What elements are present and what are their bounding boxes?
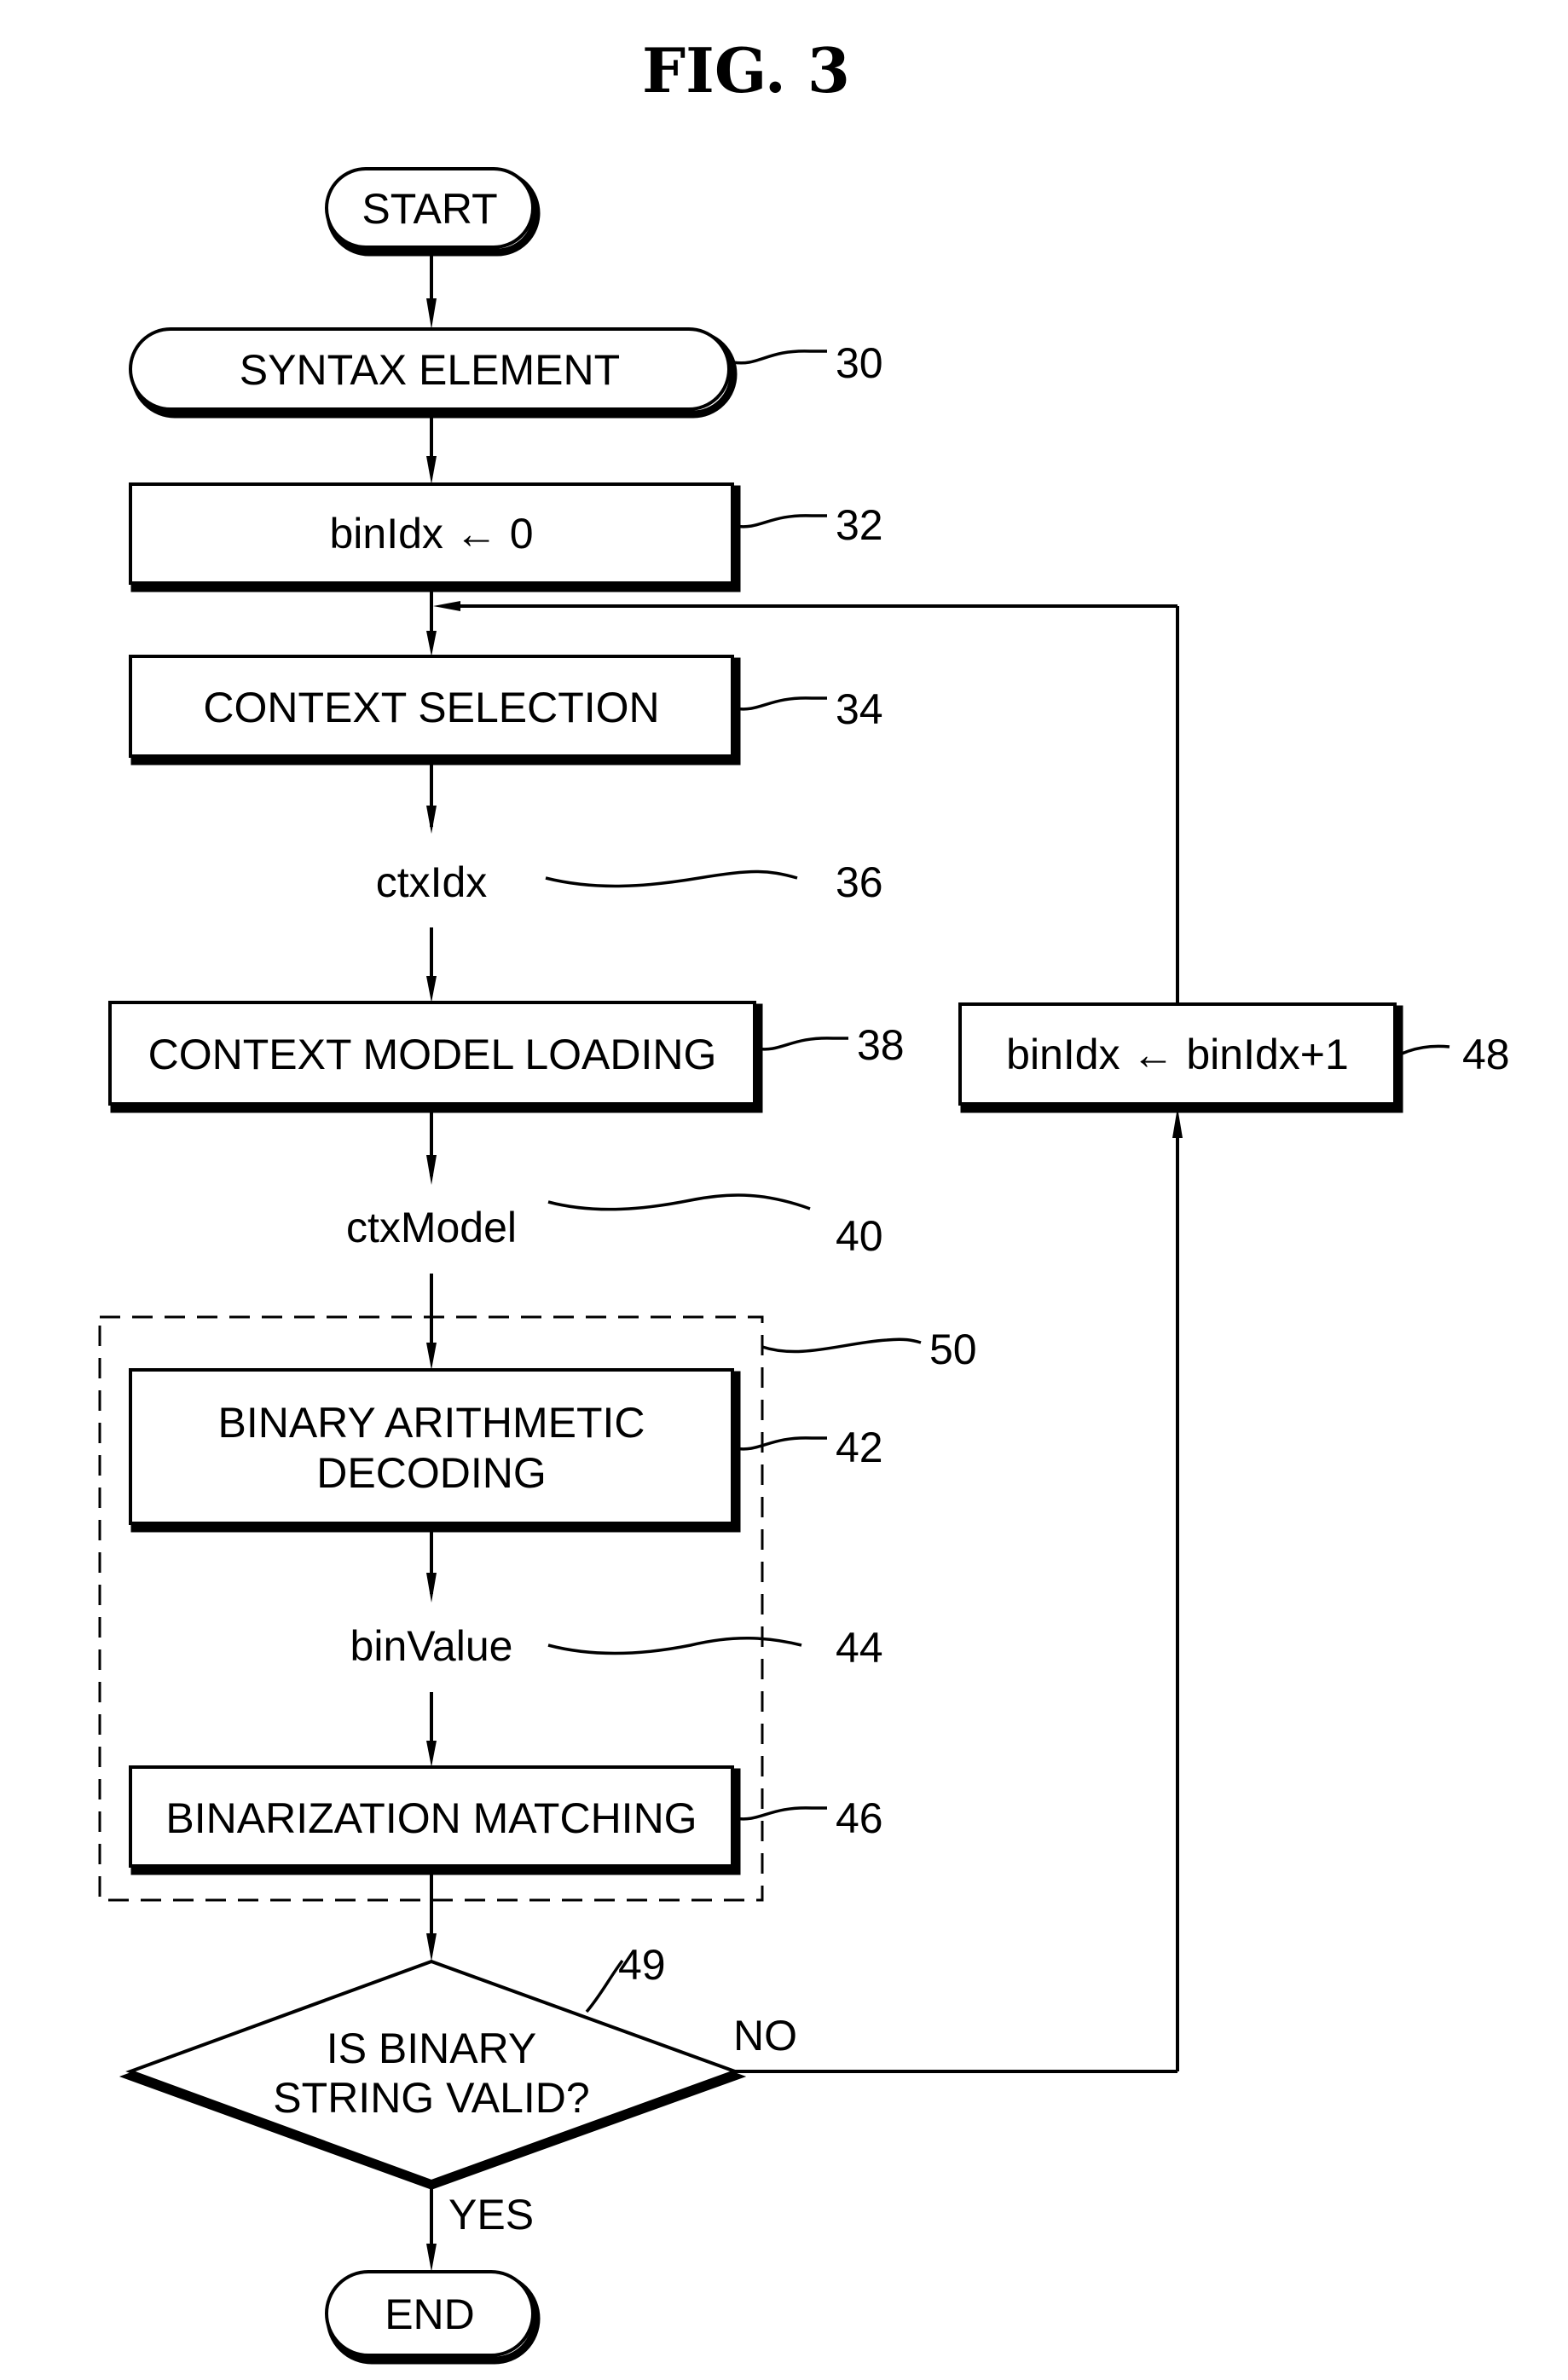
yes-branch: YES — [426, 2181, 534, 2272]
end-label: END — [385, 2290, 475, 2338]
ctxidx-label: ctxIdx — [376, 858, 488, 906]
ref-49: 49 — [618, 1941, 666, 1989]
bad-label-line2: DECODING — [316, 1449, 546, 1497]
ref-46: 46 — [836, 1794, 883, 1842]
ref-32: 32 — [836, 501, 883, 549]
no-label: NO — [733, 2012, 797, 2059]
arrow-to-binarization-matching — [426, 1692, 437, 1767]
ctxmodel-label: ctxModel — [346, 1204, 517, 1251]
ref-38: 38 — [857, 1021, 905, 1069]
binvalue-label: binValue — [350, 1622, 513, 1670]
context-selection-label: CONTEXT SELECTION — [203, 684, 659, 731]
arrow-to-decision — [426, 1869, 437, 1961]
increment-binidx-node: binIdx ← binIdx+1 48 — [958, 1002, 1510, 1113]
arrow-to-context-model-loading — [426, 927, 437, 1002]
flowchart-figure: FIG. 3 START SYNTAX ELEMENT 30 binIdx ← … — [98, 34, 1510, 2365]
binvalue-node: binValue 44 — [350, 1622, 883, 1672]
ref-34: 34 — [836, 685, 883, 733]
ctxmodel-node: ctxModel 40 — [346, 1193, 883, 1260]
arrow-start-to-syntax — [426, 250, 437, 329]
arrow-to-binvalue — [426, 1525, 437, 1603]
ref-44: 44 — [836, 1624, 883, 1672]
syntax-element-node: SYNTAX ELEMENT 30 — [129, 327, 883, 419]
context-model-loading-label: CONTEXT MODEL LOADING — [148, 1031, 717, 1078]
yes-label: YES — [448, 2191, 534, 2238]
ctxidx-node: ctxIdx 36 — [376, 858, 883, 906]
arrow-init-to-context-selection — [426, 586, 437, 656]
context-model-loading-node: CONTEXT MODEL LOADING 38 — [108, 1001, 905, 1113]
arrow-to-ctxmodel — [426, 1107, 437, 1185]
ref-50: 50 — [929, 1326, 977, 1373]
decision-label-line1: IS BINARY — [327, 2025, 536, 2072]
decision-node: IS BINARY STRING VALID? 49 — [119, 1941, 747, 2190]
ref-42: 42 — [836, 1424, 883, 1471]
end-terminator: END — [325, 2270, 541, 2365]
init-binidx-node: binIdx ← 0 32 — [129, 482, 883, 592]
bad-label-line1: BINARY ARITHMETIC — [217, 1399, 645, 1447]
start-terminator: START — [325, 167, 541, 257]
start-label: START — [362, 185, 497, 233]
arrow-to-binary-arithmetic-decoding — [426, 1274, 437, 1370]
decision-label-line2: STRING VALID? — [273, 2074, 589, 2122]
increment-binidx-label: binIdx ← binIdx+1 — [1006, 1031, 1349, 1078]
binarization-matching-label: BINARIZATION MATCHING — [165, 1794, 697, 1842]
arrow-to-ctxidx — [426, 760, 437, 834]
context-selection-node: CONTEXT SELECTION 34 — [129, 655, 883, 765]
figure-title: FIG. 3 — [642, 34, 850, 107]
arrow-syntax-to-init — [426, 413, 437, 484]
syntax-element-label: SYNTAX ELEMENT — [240, 346, 620, 394]
ref-36: 36 — [836, 858, 883, 906]
init-binidx-label: binIdx ← 0 — [329, 510, 533, 557]
ref-30: 30 — [836, 339, 883, 387]
binarization-matching-node: BINARIZATION MATCHING 46 — [129, 1765, 883, 1875]
ref-48: 48 — [1462, 1031, 1510, 1078]
no-branch: NO — [733, 1107, 1183, 2073]
ref-40: 40 — [836, 1212, 883, 1260]
binary-arithmetic-decoding-node: BINARY ARITHMETIC DECODING 42 — [129, 1368, 883, 1533]
